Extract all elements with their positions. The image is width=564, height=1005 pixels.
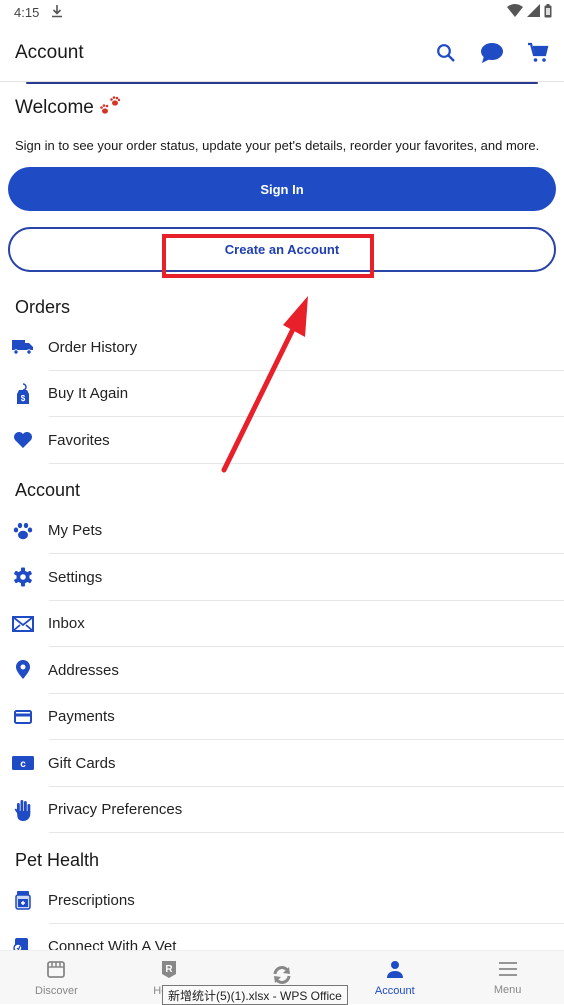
hand-icon (0, 799, 48, 821)
list-item-settings[interactable]: Settings (0, 554, 564, 601)
chat-icon[interactable] (480, 41, 504, 65)
list-item-payments[interactable]: Payments (0, 694, 564, 741)
welcome-title: Welcome (15, 97, 94, 118)
nav-label: Account (374, 985, 415, 997)
annotation-highlight-box (162, 234, 374, 278)
section-title-pet-health: Pet Health (15, 849, 100, 870)
list-item-label: Settings (48, 568, 103, 586)
nav-item-menu[interactable]: Menu (451, 951, 564, 1004)
list-item-label: Payments (48, 708, 115, 726)
wifi-icon (507, 3, 523, 21)
credit-card-icon (0, 709, 48, 724)
autoship-icon (272, 966, 292, 987)
welcome-heading: Welcome (15, 94, 549, 122)
svg-text:c: c (20, 759, 26, 770)
paw-icon (0, 522, 48, 540)
list-item-label: Addresses (48, 661, 119, 679)
heart-icon (0, 431, 48, 449)
svg-text:R: R (166, 964, 174, 975)
nav-label: Discover (35, 984, 78, 997)
envelope-icon (0, 615, 48, 632)
person-icon (386, 960, 404, 981)
tab-indicator (26, 82, 538, 84)
list-item-gift-cards[interactable]: c Gift Cards (0, 740, 564, 787)
hamburger-icon (498, 961, 518, 980)
price-tag-icon: $ (0, 383, 48, 405)
download-icon (51, 4, 63, 21)
nav-item-discover[interactable]: Discover (0, 951, 113, 1004)
list-item-buy-it-again[interactable]: $ Buy It Again (0, 371, 564, 418)
list-item-favorites[interactable]: Favorites (0, 417, 564, 464)
list-item-label: Prescriptions (48, 891, 135, 909)
list-item-label: Privacy Preferences (48, 801, 183, 819)
rx-icon: R (161, 960, 177, 981)
section-title-orders: Orders (15, 296, 71, 317)
paw-prints-icon (98, 94, 122, 122)
list-item-label: Gift Cards (48, 754, 116, 772)
list-item-label: Buy It Again (48, 385, 129, 403)
system-tooltip: 新增统计(5)(1).xlsx - WPS Office (162, 985, 348, 1005)
signal-icon (527, 4, 540, 20)
list-item-order-history[interactable]: Order History (0, 324, 564, 371)
nav-item-account[interactable]: Account (338, 951, 451, 1004)
status-bar: 4:15 (0, 0, 564, 24)
list-item-label: Favorites (48, 431, 110, 449)
status-time: 4:15 (14, 4, 40, 20)
page-title: Account (15, 41, 84, 63)
list-item-prescriptions[interactable]: Prescriptions (0, 877, 564, 924)
location-pin-icon (0, 660, 48, 680)
account-content: Welcome Sign in to see your order status… (0, 82, 564, 970)
svg-text:$: $ (21, 394, 26, 403)
storefront-icon (47, 960, 66, 981)
battery-icon (544, 3, 552, 21)
list-item-privacy-preferences[interactable]: Privacy Preferences (0, 787, 564, 834)
list-item-addresses[interactable]: Addresses (0, 647, 564, 694)
section-title-account: Account (15, 480, 81, 500)
welcome-section: Welcome Sign in to see your order status… (0, 82, 564, 153)
nav-label: Menu (493, 984, 522, 996)
list-item-label: Order History (48, 338, 138, 356)
cart-icon[interactable] (526, 41, 550, 65)
truck-icon (0, 339, 48, 355)
search-icon[interactable] (434, 41, 458, 65)
gift-card-icon: c (0, 756, 48, 771)
welcome-subtitle: Sign in to see your order status, update… (15, 138, 540, 153)
list-item-inbox[interactable]: Inbox (0, 601, 564, 648)
pill-bottle-icon (0, 890, 48, 910)
sign-in-button[interactable]: Sign In (8, 167, 556, 211)
list-item-my-pets[interactable]: My Pets (0, 508, 564, 555)
app-bar: Account (0, 24, 564, 82)
list-item-label: Inbox (48, 615, 85, 633)
gear-icon (0, 567, 48, 587)
list-item-label: My Pets (48, 522, 103, 540)
